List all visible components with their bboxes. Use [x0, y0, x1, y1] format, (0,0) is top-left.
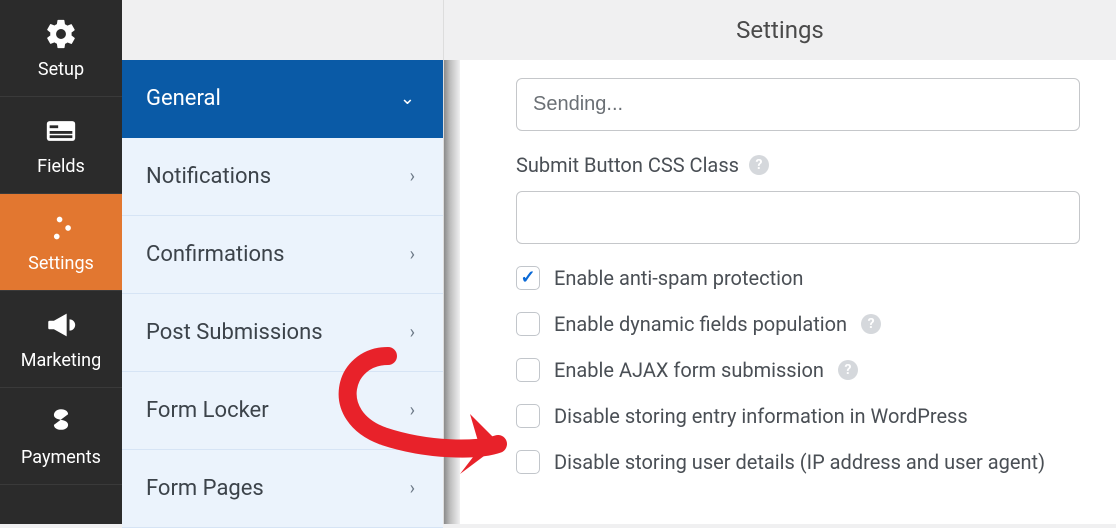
subnav-item-general[interactable]: General ⌄ [122, 60, 443, 138]
chevron-right-icon: › [410, 478, 415, 499]
subnav-item-notifications[interactable]: Notifications › [122, 138, 443, 216]
subnav-item-form-locker[interactable]: Form Locker › [122, 372, 443, 450]
submit-button-text-input[interactable] [516, 78, 1080, 131]
checkbox-icon [516, 450, 540, 474]
checkbox-disable-entry-storage[interactable]: Disable storing entry information in Wor… [516, 404, 1080, 428]
help-icon[interactable]: ? [838, 360, 858, 380]
chevron-right-icon: › [410, 322, 415, 343]
checkbox-label: Disable storing user details (IP address… [554, 450, 1045, 474]
checkbox-label: Enable AJAX form submission [554, 358, 824, 382]
navrail-item-payments[interactable]: Payments [0, 388, 122, 485]
gear-icon [44, 17, 78, 51]
checkbox-disable-user-details[interactable]: Disable storing user details (IP address… [516, 450, 1080, 474]
page-title: Settings [444, 0, 1116, 60]
subnav-item-confirmations[interactable]: Confirmations › [122, 216, 443, 294]
checkbox-icon [516, 404, 540, 428]
nav-rail: Setup Fields Settings Marketing Payments [0, 0, 122, 524]
navrail-label: Payments [21, 447, 101, 468]
checkbox-antispam[interactable]: Enable anti-spam protection [516, 266, 1080, 290]
chevron-right-icon: › [410, 244, 415, 265]
navrail-item-settings[interactable]: Settings [0, 194, 122, 291]
general-settings-panel: Submit Button CSS Class ? Enable anti-sp… [460, 60, 1116, 524]
form-fields-icon [44, 114, 78, 148]
subnav-item-post-submissions[interactable]: Post Submissions › [122, 294, 443, 372]
css-class-input[interactable] [516, 191, 1080, 244]
checkbox-icon [516, 266, 540, 290]
subnav-item-form-pages[interactable]: Form Pages › [122, 450, 443, 528]
settings-subnav: General ⌄ Notifications › Confirmations … [122, 0, 444, 524]
navrail-item-fields[interactable]: Fields [0, 97, 122, 194]
megaphone-icon [44, 308, 78, 342]
checkbox-dynamic-fields[interactable]: Enable dynamic fields population ? [516, 312, 1080, 336]
navrail-label: Setup [38, 59, 84, 80]
subnav-label: Post Submissions [146, 320, 323, 345]
checkbox-label: Enable dynamic fields population [554, 312, 847, 336]
chevron-right-icon: › [410, 166, 415, 187]
panel-edge-shadow [444, 60, 460, 524]
subnav-label: Confirmations [146, 242, 285, 267]
navrail-item-marketing[interactable]: Marketing [0, 291, 122, 388]
help-icon[interactable]: ? [749, 155, 769, 175]
checkbox-label: Enable anti-spam protection [554, 266, 803, 290]
subnav-label: Form Locker [146, 398, 269, 423]
dollar-icon [44, 405, 78, 439]
navrail-label: Settings [28, 253, 94, 274]
navrail-item-setup[interactable]: Setup [0, 0, 122, 97]
css-class-label: Submit Button CSS Class [516, 153, 739, 177]
chevron-right-icon: › [410, 400, 415, 421]
subnav-label: Notifications [146, 164, 271, 189]
subnav-label: General [146, 86, 221, 111]
navrail-label: Marketing [21, 350, 101, 371]
help-icon[interactable]: ? [861, 314, 881, 334]
subnav-label: Form Pages [146, 476, 264, 501]
sliders-icon [44, 211, 78, 245]
navrail-label: Fields [37, 156, 85, 177]
checkbox-icon [516, 312, 540, 336]
checkbox-label: Disable storing entry information in Wor… [554, 404, 968, 428]
checkbox-ajax-submission[interactable]: Enable AJAX form submission ? [516, 358, 1080, 382]
checkbox-icon [516, 358, 540, 382]
chevron-down-icon: ⌄ [400, 88, 415, 109]
